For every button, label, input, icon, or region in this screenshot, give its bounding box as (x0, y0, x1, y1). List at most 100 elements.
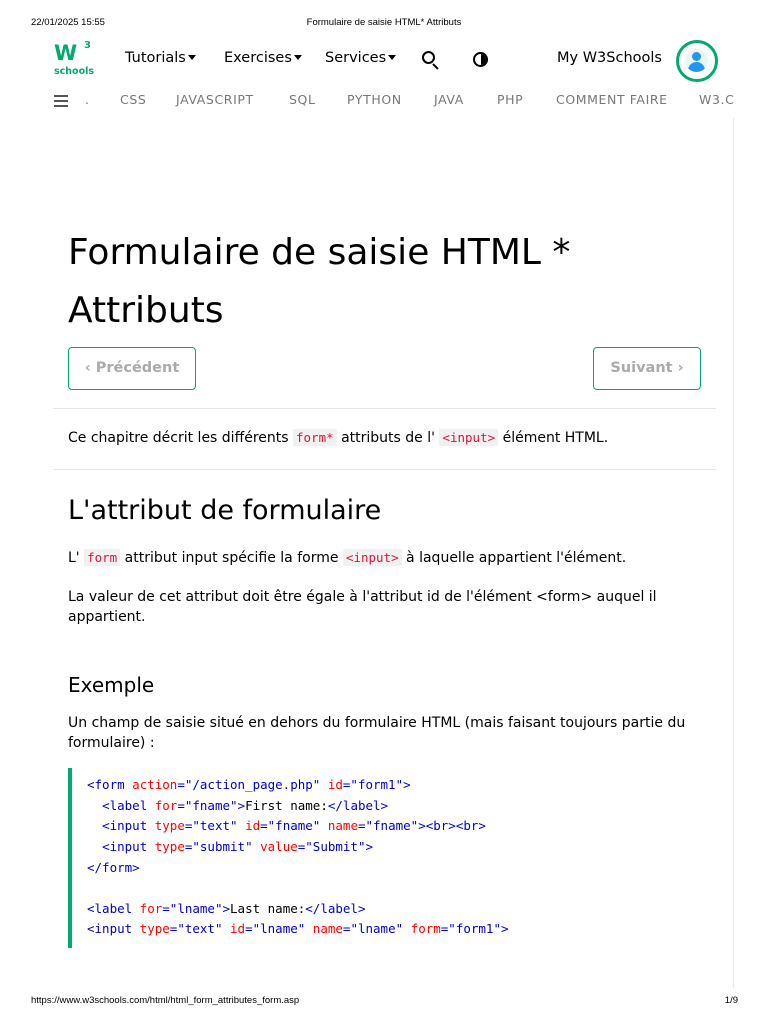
inline-code: form* (293, 429, 337, 446)
code-line: </form> (87, 858, 140, 878)
code-line: <label for="fname">First name:</label> (87, 796, 388, 816)
divider (53, 469, 716, 470)
scrollbar-track[interactable] (733, 118, 734, 988)
exercises-menu-button[interactable]: Exercises (224, 50, 302, 70)
p1-text-2: attribut input spécifie la forme (120, 550, 343, 566)
logo-sub: schools (54, 66, 95, 77)
code-token: ="lname" (245, 921, 306, 936)
print-page-title: Formulaire de saisie HTML* Attributs (306, 17, 462, 28)
code-line: <label for="lname">Last name:</label> (87, 899, 366, 919)
section-heading: L'attribut de formulaire (68, 495, 382, 526)
example-description: Un champ de saisie situé en dehors du fo… (68, 715, 686, 751)
code-token: ="text" (169, 921, 223, 936)
code-token: for (147, 798, 178, 813)
w3schools-logo[interactable]: W 3 schools (54, 40, 95, 77)
print-page-number: 1/9 (724, 995, 738, 1006)
code-token: > (365, 839, 374, 854)
code-token: name (320, 818, 358, 833)
code-token: id (320, 777, 343, 792)
code-token: type (132, 921, 170, 936)
code-token: > (237, 798, 246, 813)
previous-label: Précédent (95, 360, 180, 376)
code-token: id (222, 921, 246, 936)
code-token: ="fname" (260, 818, 321, 833)
code-token: > (222, 901, 231, 916)
code-token: ="lname" (342, 921, 404, 936)
page-title-line1: Formulaire de saisie HTML * (68, 232, 571, 273)
search-button[interactable] (420, 49, 442, 71)
intro-text-2: attributs de l' (336, 430, 440, 446)
code-token: ="fname" (177, 798, 238, 813)
code-token: action (124, 777, 178, 792)
code-token: <label (102, 798, 148, 813)
code-token: <input (87, 921, 133, 936)
code-token: id (237, 818, 261, 833)
p1-text-3: à laquelle appartient l'élément. (401, 550, 627, 566)
chevron-left-icon: ‹ (84, 360, 91, 376)
inline-code: form (84, 549, 121, 566)
subject-nav-bar: . CSS JAVASCRIPT SQL PYTHON JAVA PHP COM… (0, 92, 768, 110)
code-token: ="/action_page.php" (177, 777, 321, 792)
subnav-item-javascript[interactable]: JAVASCRIPT (176, 92, 254, 107)
code-token: ="Submit" (297, 839, 366, 854)
subnav-item-w3css[interactable]: W3.C (699, 92, 734, 107)
code-token: First name: (245, 798, 328, 813)
subnav-item-php[interactable]: PHP (497, 92, 523, 107)
user-avatar-button[interactable] (676, 40, 718, 82)
intro-paragraph: Ce chapitre décrit les différents form* … (68, 428, 708, 448)
previous-button[interactable]: ‹ Précédent (68, 347, 196, 390)
next-button[interactable]: Suivant › (593, 347, 701, 390)
code-token: <input (102, 839, 148, 854)
code-token: </form> (87, 860, 140, 875)
code-token: </label> (327, 798, 389, 813)
subnav-item-java[interactable]: JAVA (434, 92, 464, 107)
logo-sup: 3 (84, 40, 91, 51)
subnav-item-css[interactable]: CSS (120, 92, 146, 107)
code-token: value (252, 839, 298, 854)
code-token: type (147, 839, 185, 854)
code-token: ="form1" (342, 777, 404, 792)
subnav-item-python[interactable]: PYTHON (347, 92, 402, 107)
subnav-item-how-to[interactable]: COMMENT FAIRE (556, 92, 668, 107)
subnav-item-sql[interactable]: SQL (289, 92, 316, 107)
user-icon (685, 49, 708, 72)
chevron-right-icon: › (677, 360, 684, 376)
code-token: ="form1" (440, 921, 501, 936)
hamburger-menu-icon[interactable] (54, 95, 68, 107)
form-attribute-value-paragraph: La valeur de cet attribut doit être égal… (68, 589, 657, 625)
inline-code: <input> (439, 429, 499, 446)
tutorials-label: Tutorials (125, 50, 186, 66)
divider (53, 408, 716, 409)
my-w3schools-link[interactable]: My W3Schools (557, 50, 662, 70)
code-token: </label> (305, 901, 366, 916)
subnav-item-dot[interactable]: . (85, 92, 90, 107)
code-token: ="lname" (162, 901, 223, 916)
tutorials-menu-button[interactable]: Tutorials (125, 50, 196, 70)
code-token: ><br><br> (418, 818, 486, 833)
services-label: Services (325, 50, 387, 66)
code-token: <form (87, 777, 125, 792)
code-token: name (305, 921, 343, 936)
theme-toggle-button[interactable] (470, 49, 492, 71)
form-attribute-description: L' form attribut input spécifie la forme… (68, 548, 708, 568)
intro-text-3: élément HTML. (498, 430, 609, 446)
code-token: Last name: (230, 901, 306, 916)
code-token: ="fname" (357, 818, 419, 833)
code-token: ="text" (184, 818, 238, 833)
page-title: Formulaire de saisie HTML * Attributs (68, 224, 688, 340)
contrast-icon (473, 52, 488, 67)
code-example-block: <form action="/action_page.php" id="form… (68, 768, 708, 948)
print-header: 22/01/2025 15:55 Formulaire de saisie HT… (0, 17, 768, 31)
code-line: <input type="text" id="fname" name="fnam… (87, 816, 486, 836)
services-menu-button[interactable]: Services (325, 50, 397, 70)
code-token: form (403, 921, 441, 936)
logo-main: W (54, 41, 77, 65)
code-token: > (403, 777, 411, 792)
caret-down-icon (388, 54, 397, 60)
code-token: <input (102, 818, 148, 833)
code-token: for (132, 901, 163, 916)
code-token: <label (87, 901, 133, 916)
